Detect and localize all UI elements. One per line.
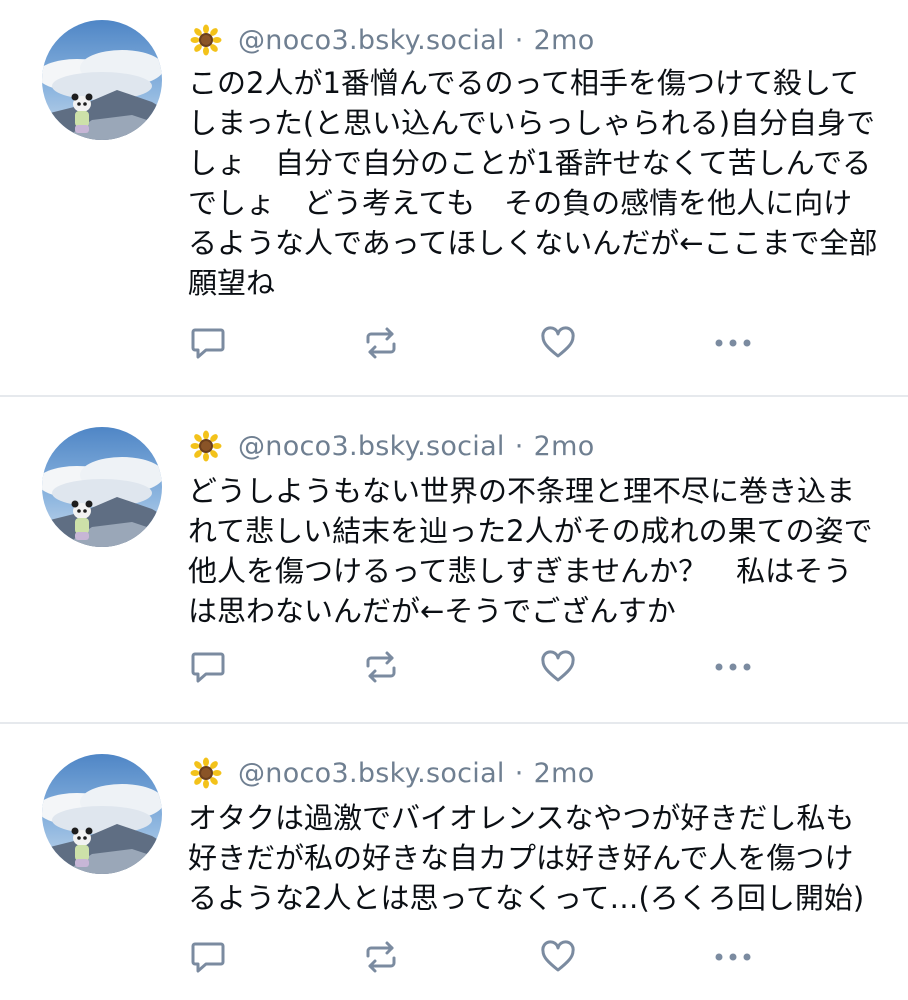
post-header: @noco3.bsky.social · 2mo: [190, 751, 595, 795]
post-text: オタクは過激でバイオレンスなやつが好きだし私も好きだが私の好きな自カプは好き好ん…: [188, 801, 865, 915]
author-handle[interactable]: @noco3.bsky.social: [238, 758, 505, 789]
sunflower-icon: [190, 24, 222, 56]
like-icon: [541, 326, 575, 358]
repost-button[interactable]: [361, 647, 401, 687]
post[interactable]: @noco3.bsky.social · 2mo この2人が1番憎んでるのって相…: [0, 0, 908, 395]
like-button[interactable]: [538, 937, 578, 977]
post-header: @noco3.bsky.social · 2mo: [190, 18, 595, 62]
like-button[interactable]: [538, 647, 578, 687]
post-feed: @noco3.bsky.social · 2mo この2人が1番憎んでるのって相…: [0, 0, 908, 1000]
reply-icon: [191, 328, 225, 359]
post[interactable]: @noco3.bsky.social · 2mo どうしようもない世界の不条理と…: [0, 397, 908, 722]
author-handle[interactable]: @noco3.bsky.social: [238, 25, 505, 56]
separator-dot: ·: [514, 757, 524, 789]
like-icon: [541, 940, 575, 972]
reply-icon: [191, 942, 225, 973]
post-time[interactable]: 2mo: [534, 758, 595, 789]
repost-button[interactable]: [361, 323, 401, 363]
post-actions: [188, 323, 758, 363]
post[interactable]: @noco3.bsky.social · 2mo オタクは過激でバイオレンスなや…: [0, 724, 908, 1000]
post-time[interactable]: 2mo: [534, 431, 595, 462]
reply-button[interactable]: [188, 647, 228, 687]
more-options-button[interactable]: [713, 323, 753, 363]
post-header: @noco3.bsky.social · 2mo: [190, 424, 595, 468]
more-icon: [715, 339, 751, 347]
reply-button[interactable]: [188, 937, 228, 977]
more-options-button[interactable]: [713, 647, 753, 687]
post-text: この2人が1番憎んでるのって相手を傷つけて殺してしまった(と思い込んでいらっしゃ…: [188, 66, 878, 300]
sunflower-icon: [190, 430, 222, 462]
post-actions: [188, 647, 758, 687]
like-button[interactable]: [538, 323, 578, 363]
reply-button[interactable]: [188, 323, 228, 363]
avatar[interactable]: [42, 754, 162, 874]
reply-icon: [191, 652, 225, 683]
separator-dot: ·: [514, 430, 524, 462]
post-time[interactable]: 2mo: [534, 25, 595, 56]
repost-icon: [366, 327, 396, 359]
repost-button[interactable]: [361, 937, 401, 977]
more-options-button[interactable]: [713, 937, 753, 977]
separator-dot: ·: [514, 24, 524, 56]
author-handle[interactable]: @noco3.bsky.social: [238, 431, 505, 462]
repost-icon: [366, 651, 396, 683]
post-text: どうしようもない世界の不条理と理不尽に巻き込まれて悲しい結末を辿った2人がその成…: [188, 474, 873, 628]
like-icon: [541, 650, 575, 682]
more-icon: [715, 663, 751, 671]
avatar[interactable]: [42, 20, 162, 140]
more-icon: [715, 953, 751, 961]
repost-icon: [366, 941, 396, 973]
post-actions: [188, 937, 758, 977]
sunflower-icon: [190, 757, 222, 789]
avatar[interactable]: [42, 427, 162, 547]
